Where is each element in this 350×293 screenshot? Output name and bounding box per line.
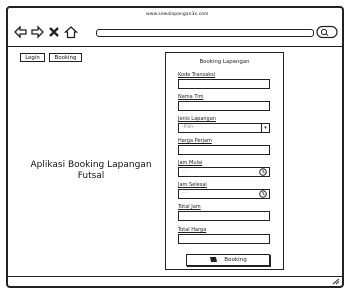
status-bar [8, 276, 342, 287]
jam-mulai-value: - - [182, 169, 187, 174]
jam-mulai-label: Jam Mulai [178, 160, 203, 166]
nama-tim-label: Nama Tim [178, 94, 204, 100]
harga-perjam-label: Harga Perjam [178, 138, 212, 144]
jam-selesai-label: Jam Selesai [178, 182, 207, 188]
back-icon[interactable] [14, 25, 28, 39]
clock-icon[interactable] [259, 190, 267, 198]
login-button[interactable]: Login [20, 53, 45, 62]
kode-transaksi-label: Kode Transaksi [178, 72, 216, 78]
form-title: Booking Lapangan [199, 59, 250, 65]
browser-chrome: www.sewalapangan3x.com [8, 8, 342, 47]
booking-submit-button[interactable]: Booking [186, 254, 270, 266]
booking-form: Booking Lapangan Kode Transaksi Nama Tim… [165, 52, 284, 270]
total-jam-label: Total Jam [178, 204, 201, 210]
kode-transaksi-input[interactable] [178, 79, 270, 89]
home-icon[interactable] [64, 25, 78, 39]
total-jam-input[interactable] [178, 211, 270, 221]
jenis-lapangan-label: Jenis Lapangan [178, 116, 216, 122]
harga-perjam-input[interactable] [178, 145, 270, 155]
jenis-lapangan-value: -Pilih- [182, 125, 195, 130]
jenis-lapangan-select[interactable]: -Pilih- ▾ [178, 123, 270, 133]
app-title: Aplikasi Booking Lapangan Futsal [30, 160, 152, 181]
resize-grip-icon[interactable] [332, 278, 340, 285]
forward-icon[interactable] [30, 25, 44, 39]
address-bar[interactable] [96, 29, 314, 37]
total-harga-input[interactable] [178, 234, 270, 244]
jam-selesai-value: - - [182, 191, 187, 196]
total-harga-label: Total Harga [178, 227, 207, 233]
booking-submit-label: Booking [224, 257, 247, 263]
page-content: Login Booking Aplikasi Booking Lapangan … [8, 48, 342, 276]
url-text: www.sewalapangan3x.com [146, 12, 209, 17]
chevron-down-icon[interactable]: ▾ [261, 123, 270, 133]
clock-icon[interactable] [259, 168, 267, 176]
booking-nav-button[interactable]: Booking [49, 53, 82, 62]
close-icon[interactable] [48, 25, 60, 39]
jam-mulai-input[interactable]: - - [178, 167, 270, 177]
nama-tim-input[interactable] [178, 101, 270, 111]
jam-selesai-input[interactable]: - - [178, 189, 270, 199]
search-icon[interactable] [316, 25, 338, 39]
book-icon [210, 257, 218, 262]
browser-window: www.sewalapangan3x.com Login Booking Apl… [6, 6, 344, 288]
